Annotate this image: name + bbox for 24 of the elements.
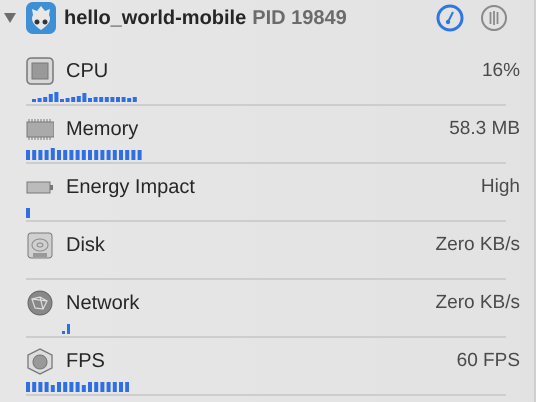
disclosure-triangle-icon[interactable] [4, 12, 16, 24]
gauge-label: Disk [66, 234, 105, 256]
process-name: hello_world-mobile [64, 6, 246, 30]
chip-icon [26, 57, 54, 85]
gauge-label: Energy Impact [66, 176, 195, 198]
hard-drive-icon [26, 231, 54, 259]
gauge-value: 16% [482, 60, 520, 82]
gauge-label: Network [66, 292, 140, 314]
cube-icon [26, 347, 54, 375]
gauge-value: Zero KB/s [436, 292, 520, 314]
process-id: PID 19849 [252, 6, 347, 30]
gauge-value: 60 FPS [456, 350, 520, 372]
gauge-value: Zero KB/s [436, 234, 520, 256]
globe-icon [26, 289, 54, 317]
gauge-value: High [480, 176, 520, 198]
gauge-label: FPS [66, 350, 105, 372]
gauge-value: 58.3 MB [449, 118, 520, 140]
app-icon [26, 2, 56, 34]
usage-sparkline [62, 322, 70, 334]
pause-bars-icon[interactable] [480, 4, 508, 32]
gauge-label: Memory [66, 118, 138, 140]
gauge-label: CPU [66, 60, 108, 82]
gauge-icon[interactable] [436, 4, 464, 32]
usage-sparkline [26, 206, 30, 218]
